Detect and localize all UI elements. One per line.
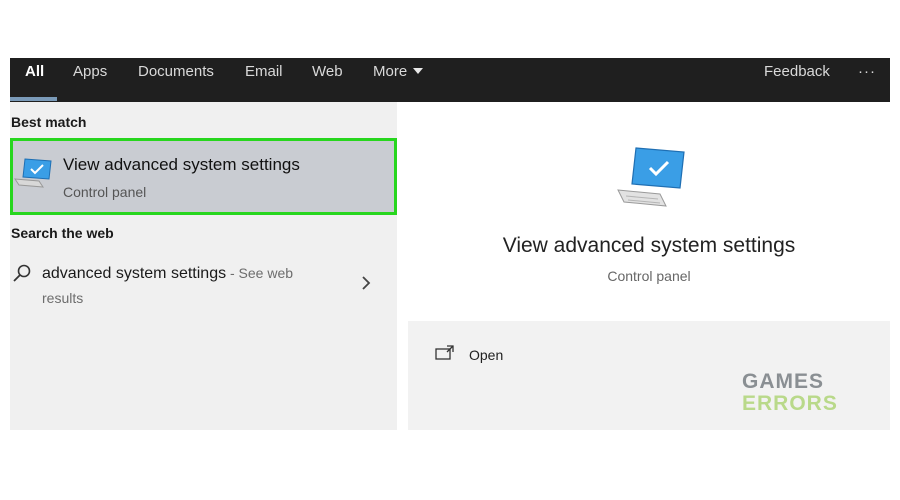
tab-more-label: More	[373, 63, 408, 80]
open-icon	[435, 345, 454, 360]
open-label: Open	[469, 347, 504, 363]
preview-header: View advanced system settings Control pa…	[408, 116, 890, 321]
search-icon	[13, 264, 31, 282]
search-the-web-heading: Search the web	[11, 225, 114, 241]
feedback-link[interactable]: Feedback	[764, 58, 830, 102]
results-pane: Best match View advanced system settings…	[10, 102, 397, 430]
best-match-subtitle: Control panel	[63, 184, 147, 200]
tab-more[interactable]: More	[373, 58, 424, 102]
preview-title: View advanced system settings	[502, 234, 796, 257]
watermark-line-2: ERRORS	[742, 392, 838, 415]
tab-apps[interactable]: Apps	[73, 58, 107, 102]
chevron-right-icon[interactable]	[360, 275, 372, 291]
preview-subtitle: Control panel	[607, 268, 691, 284]
search-scope-tabs: All Apps Documents Email Web More Feedba…	[10, 58, 890, 102]
best-match-title: View advanced system settings	[63, 155, 300, 174]
web-search-result[interactable]: advanced system settings - See web resul…	[10, 258, 397, 310]
web-result-query: advanced system settings	[42, 265, 227, 282]
best-match-result[interactable]: View advanced system settings Control pa…	[10, 138, 397, 215]
active-tab-indicator	[10, 97, 57, 101]
monitor-icon	[14, 158, 52, 188]
tab-email[interactable]: Email	[245, 58, 283, 102]
tab-documents[interactable]: Documents	[138, 58, 214, 102]
tab-all[interactable]: All	[25, 58, 44, 102]
monitor-icon	[617, 147, 685, 207]
more-options-button[interactable]: ···	[858, 58, 876, 102]
web-result-text: advanced system settings - See web resul…	[42, 261, 332, 311]
watermark-logo: GAMES ERRORS	[742, 371, 842, 415]
chevron-down-icon	[413, 68, 424, 75]
tab-web[interactable]: Web	[312, 58, 343, 102]
best-match-heading: Best match	[11, 114, 87, 130]
watermark-line-1: GAMES	[742, 370, 825, 393]
